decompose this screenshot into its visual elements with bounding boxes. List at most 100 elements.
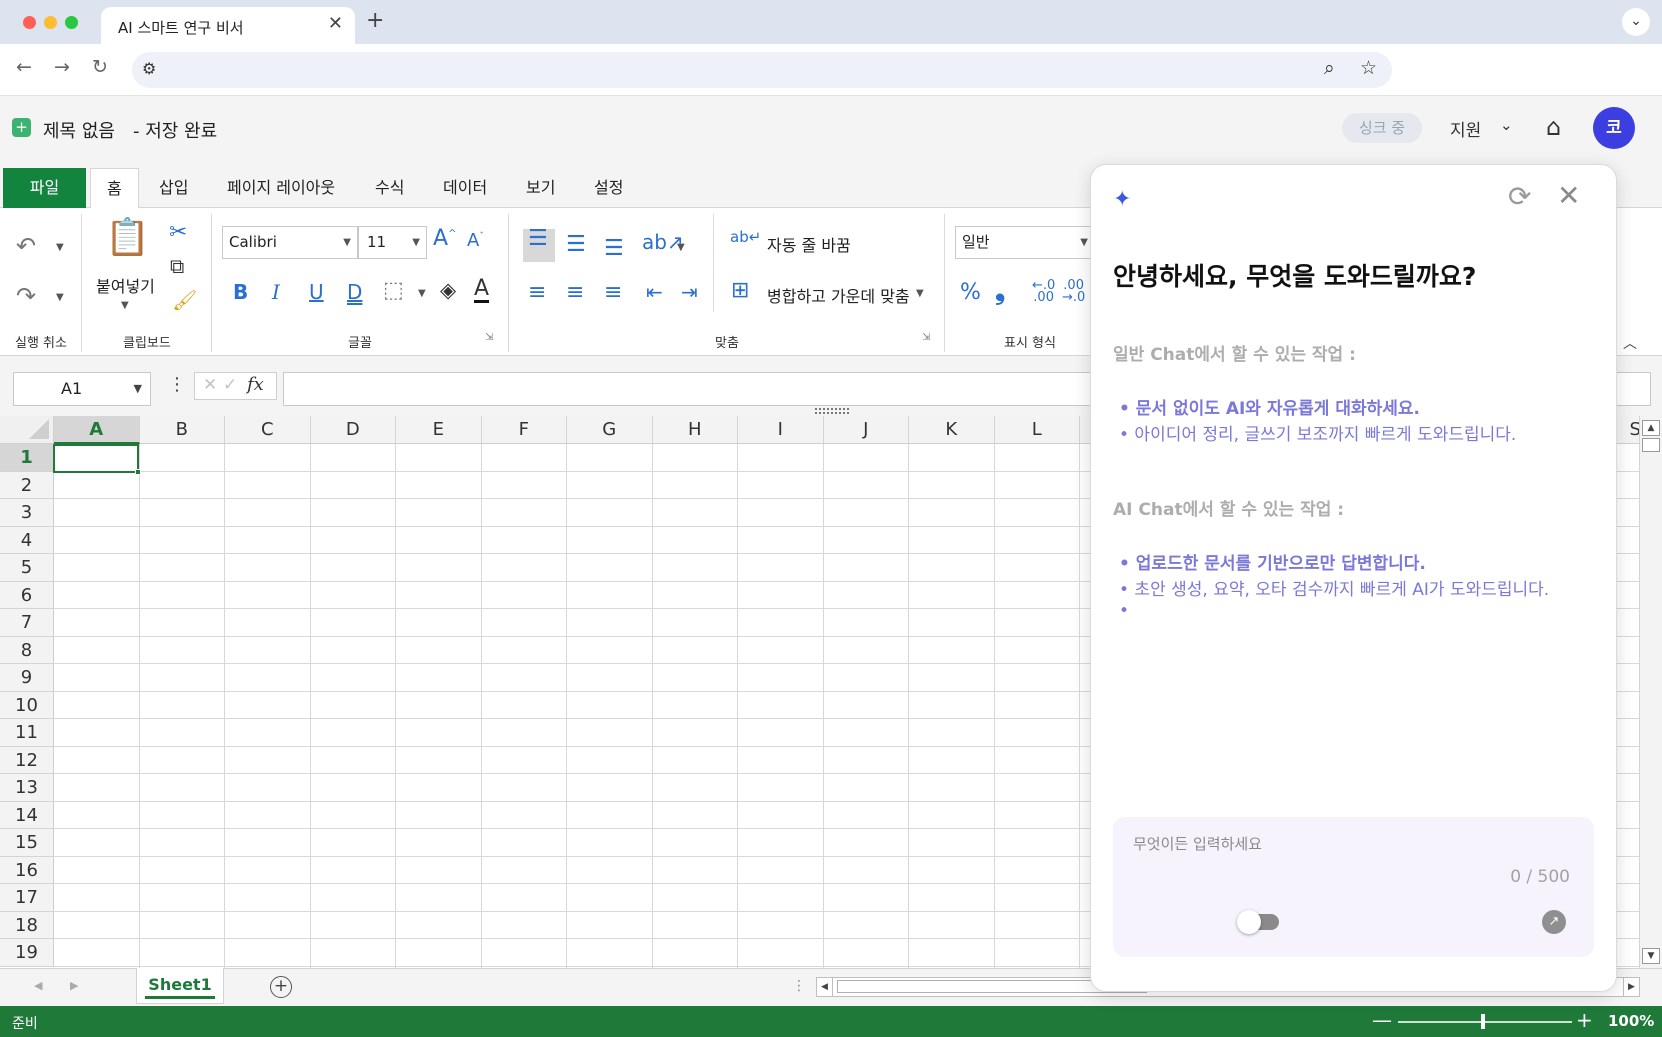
row-header[interactable]: 16	[0, 856, 54, 884]
row-header[interactable]: 1	[0, 444, 54, 472]
dialog-launcher-icon[interactable]: ⇲	[922, 332, 930, 343]
redo-dropdown[interactable]: ▼	[56, 292, 64, 303]
tab-formulas[interactable]: 수식	[375, 168, 404, 208]
paste-button[interactable]: 붙여넣기	[96, 273, 155, 297]
row-header[interactable]: 13	[0, 774, 54, 802]
bold-button[interactable]: B	[233, 280, 248, 304]
document-title[interactable]: 제목 없음	[43, 117, 115, 143]
formula-resize-handle[interactable]	[815, 408, 849, 414]
row-header[interactable]: 12	[0, 746, 54, 774]
row-header[interactable]: 10	[0, 691, 54, 719]
row-header[interactable]: 3	[0, 499, 54, 527]
support-menu[interactable]: 지원	[1450, 116, 1481, 141]
shrink-font-icon[interactable]: Aˇ	[467, 230, 484, 251]
select-all-corner[interactable]	[0, 416, 54, 444]
tab-home[interactable]: 홈	[90, 168, 139, 209]
undo-dropdown[interactable]: ▼	[56, 242, 64, 253]
decrease-indent-icon[interactable]: ⇤	[646, 280, 663, 304]
add-sheet-button[interactable]: +	[270, 976, 292, 998]
zoom-out-button[interactable]: —	[1372, 1008, 1392, 1032]
home-icon[interactable]: ⌂	[1546, 113, 1561, 141]
site-settings-icon[interactable]: ⚙	[142, 59, 156, 78]
increase-decimal-icon[interactable]: ←.0.00	[1032, 279, 1055, 304]
chevron-down-icon[interactable]: ⌄	[1500, 116, 1513, 134]
send-icon[interactable]: ↗	[1542, 910, 1566, 934]
align-middle-icon[interactable]: ☰	[566, 232, 586, 257]
cancel-icon[interactable]: ✕	[203, 375, 217, 395]
column-header[interactable]: E	[396, 416, 482, 444]
tab-insert[interactable]: 삽입	[159, 168, 188, 208]
row-header[interactable]: 8	[0, 636, 54, 664]
refresh-icon[interactable]: ⟳	[1508, 180, 1531, 213]
row-header[interactable]: 19	[0, 939, 54, 967]
row-header[interactable]: 6	[0, 581, 54, 609]
font-name-select[interactable]: Calibri ▼	[222, 226, 358, 259]
forward-button[interactable]: →	[50, 56, 74, 78]
row-header[interactable]: 2	[0, 471, 54, 499]
url-input[interactable]: ⚙ ⌕ ☆	[132, 52, 1392, 88]
back-button[interactable]: ←	[12, 56, 36, 78]
merge-center-button[interactable]: 병합하고 가운데 맞춤	[767, 283, 910, 307]
insert-function-button[interactable]: fx	[247, 374, 264, 395]
column-header[interactable]: G	[567, 416, 653, 444]
redo-icon[interactable]: ↷	[16, 282, 36, 310]
window-minimize-button[interactable]	[44, 16, 57, 29]
paste-dropdown[interactable]: ▼	[121, 300, 129, 311]
column-header[interactable]: F	[481, 416, 567, 444]
borders-icon[interactable]: ⬚	[383, 278, 404, 303]
zoom-slider-thumb[interactable]	[1481, 1014, 1485, 1029]
tab-settings[interactable]: 설정	[594, 168, 623, 208]
wrap-text-button[interactable]: 자동 줄 바꿈	[767, 232, 851, 256]
zoom-slider[interactable]	[1398, 1021, 1572, 1023]
paste-icon[interactable]: 📋	[105, 216, 150, 258]
column-header[interactable]: A	[54, 416, 140, 444]
format-painter-icon[interactable]: 🖌	[172, 288, 197, 312]
browser-tab[interactable]: AI 스마트 연구 비서 ✕	[101, 7, 355, 44]
window-close-button[interactable]	[23, 16, 36, 29]
column-header[interactable]: B	[139, 416, 225, 444]
scroll-up-button[interactable]: ▲	[1642, 420, 1660, 436]
align-center-icon[interactable]: ≡	[566, 280, 584, 305]
merge-center-icon[interactable]: ⊞	[731, 278, 749, 303]
row-header[interactable]: 17	[0, 884, 54, 912]
tab-close-icon[interactable]: ✕	[328, 13, 343, 34]
collapse-ribbon-icon[interactable]: ︿	[1623, 333, 1637, 353]
wrap-text-icon[interactable]: ab↵	[730, 228, 761, 246]
bookmark-star-icon[interactable]: ☆	[1360, 57, 1377, 79]
chevron-down-icon[interactable]: ▼	[134, 373, 142, 405]
close-icon[interactable]: ✕	[1557, 179, 1580, 212]
sheet-tab[interactable]: Sheet1	[136, 968, 224, 1004]
grow-font-icon[interactable]: A^	[433, 226, 456, 251]
ai-chat-input[interactable]: 무엇이든 입력하세요 0 / 500 ↗	[1113, 817, 1594, 957]
row-header[interactable]: 5	[0, 554, 54, 582]
next-sheet-icon[interactable]: ▶	[70, 979, 78, 992]
row-header[interactable]: 15	[0, 829, 54, 857]
scroll-down-button[interactable]: ▼	[1642, 948, 1660, 964]
copy-icon[interactable]: ⧉	[170, 254, 184, 278]
zoom-in-button[interactable]: +	[1576, 1008, 1593, 1032]
row-header[interactable]: 4	[0, 526, 54, 554]
column-header[interactable]: C	[225, 416, 311, 444]
merge-dropdown[interactable]: ▼	[916, 288, 924, 299]
align-bottom-icon[interactable]: ☰	[604, 236, 624, 261]
row-header[interactable]: 18	[0, 911, 54, 939]
decrease-decimal-icon[interactable]: .00 →.0	[1062, 279, 1085, 304]
tab-file[interactable]: 파일	[3, 168, 86, 208]
column-header[interactable]: I	[738, 416, 824, 444]
percent-button[interactable]: %	[960, 280, 981, 305]
align-left-icon[interactable]: ≡	[528, 280, 546, 305]
double-underline-button[interactable]: D	[347, 280, 362, 304]
tab-data[interactable]: 데이터	[443, 168, 487, 208]
borders-dropdown[interactable]: ▼	[418, 288, 426, 299]
orientation-dropdown[interactable]: ▼	[677, 242, 685, 253]
more-options-icon[interactable]: ⋮	[792, 978, 806, 994]
underline-button[interactable]: U	[309, 280, 324, 304]
column-header[interactable]: D	[310, 416, 396, 444]
row-header[interactable]: 9	[0, 664, 54, 692]
row-header[interactable]: 14	[0, 801, 54, 829]
font-color-button[interactable]: A	[474, 278, 490, 303]
column-header[interactable]: H	[652, 416, 738, 444]
column-header[interactable]: K	[909, 416, 995, 444]
vertical-scrollbar[interactable]: ▲ ▼	[1639, 416, 1662, 968]
row-header[interactable]: 11	[0, 719, 54, 747]
